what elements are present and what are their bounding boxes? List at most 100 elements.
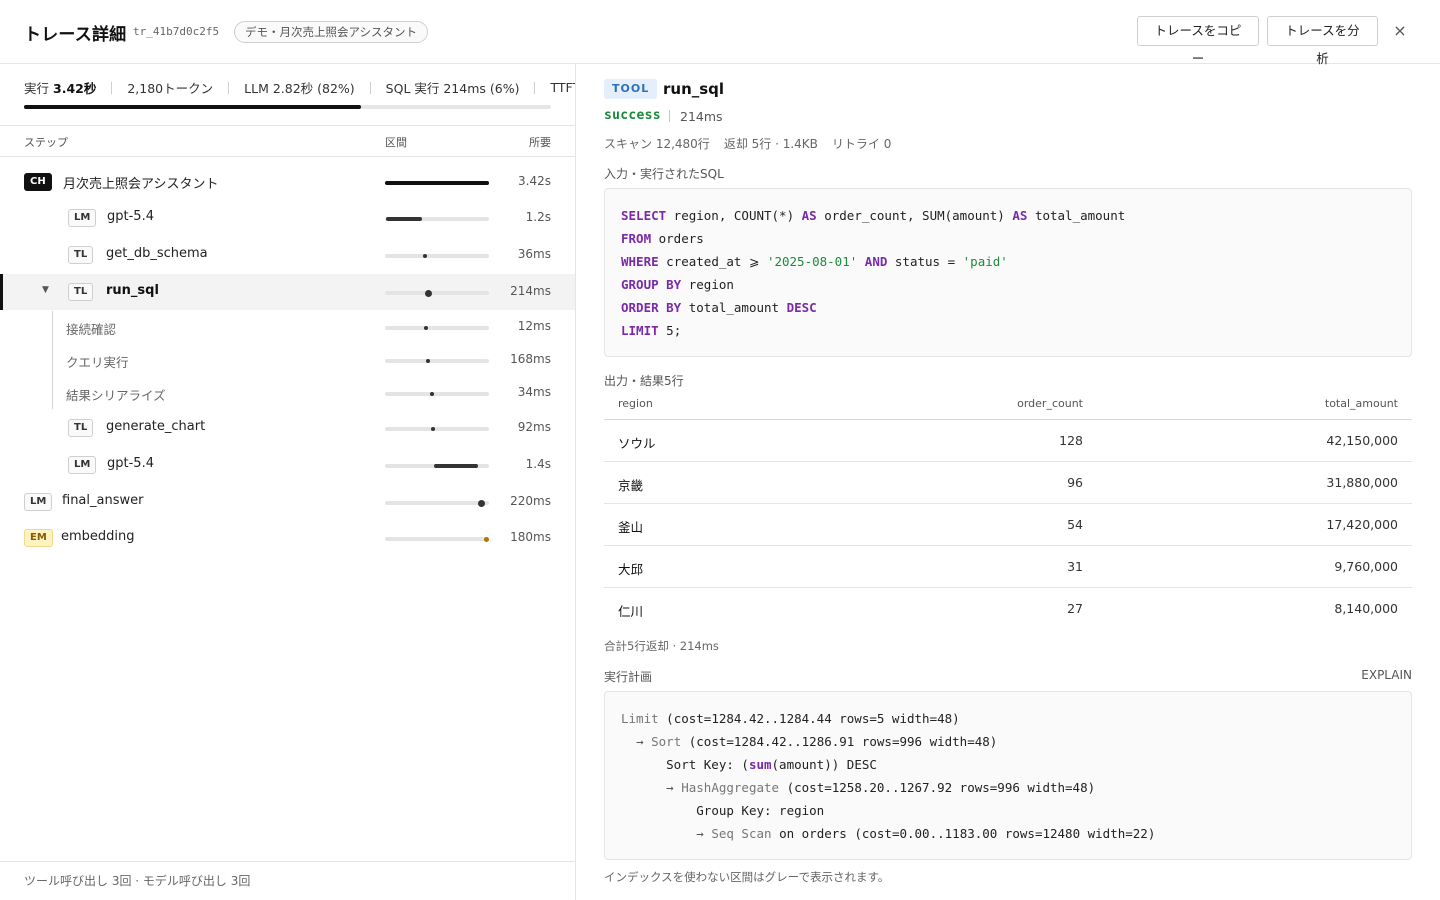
stat-exec: 実行 3.42秒 [24,81,97,96]
step-duration: 168ms [510,352,551,366]
step-row-run-sql[interactable]: ▼ TL run_sql 214ms [0,274,575,310]
plan-section-label: 実行計画 [604,670,653,684]
step-duration: 12ms [517,319,551,333]
span-bar [422,254,427,258]
step-name: gpt-5.4 [107,456,154,471]
plan-line: → HashAggregate (cost=1258.20..1267.92 r… [666,780,1096,795]
table-row: 京畿 96 31,880,000 [604,462,1412,504]
step-name: クエリ実行 [66,355,129,370]
sql-line: WHERE created_at ⩾ '2025-08-01' AND stat… [621,254,1008,269]
col-step: ステップ [24,136,68,149]
th-total-amount: total_amount [1324,397,1398,410]
step-row-generate-chart[interactable]: TL generate_chart 92ms [0,410,575,446]
span-track [385,254,489,258]
trace-progress-bar [24,105,551,109]
step-time: 214ms [680,109,723,124]
span-track [385,217,489,221]
step-row-chain[interactable]: CH 月次売上照会アシスタント 3.42s [0,164,575,200]
span-bar [386,217,423,221]
step-name: generate_chart [106,419,206,434]
span-bar [433,464,478,468]
result-table-header: region order_count total_amount [604,390,1412,420]
span-bar [430,427,435,431]
substep-row-serialize[interactable]: 結果シリアライズ 34ms [0,377,575,410]
span-bar [385,181,489,185]
trace-id: tr_41b7d0c2f5 [133,25,220,38]
step-badge: TL [68,283,94,301]
plan-line: → Seq Scan on orders (cost=0.00..1183.00… [696,826,1156,841]
span-track [385,427,489,431]
span-track [385,499,489,507]
step-name: gpt-5.4 [107,209,154,224]
step-row-gpt-1[interactable]: LM gpt-5.4 1.2s [0,200,575,236]
step-duration: 3.42s [518,174,551,188]
step-detail-title: run_sql [663,80,725,98]
step-name: 結果シリアライズ [66,388,166,403]
page-title: トレース詳細 [24,25,127,45]
step-badge: LM [24,493,53,511]
step-row-embedding[interactable]: EM embedding 180ms [0,520,575,556]
step-duration: 180ms [510,530,551,544]
span-track [385,181,489,185]
step-duration: 92ms [517,420,551,434]
steps-column-header: ステップ 区間 所要 [0,125,575,157]
meta-return: 返却 5行 · 1.4KB [723,137,818,151]
step-meta: スキャン 12,480行 返却 5行 · 1.4KB リトライ 0 [604,135,905,152]
step-row-final-answer[interactable]: LM final_answer 220ms [0,484,575,520]
step-name: get_db_schema [106,246,208,261]
stat-tokens: 2,180トークン [127,81,214,96]
trace-stats: 実行 3.42秒 2,180トークン LLM 2.82秒 (82%) SQL 実行 2… [24,78,575,97]
step-kind-badge: TOOL [604,79,658,99]
step-badge: TL [68,246,94,264]
col-span: 区間 [385,136,407,149]
explain-plan-block[interactable]: Limit (cost=1284.42..1284.44 rows=5 widt… [604,691,1412,860]
output-section-label: 出力・結果5行 [604,374,684,388]
result-table: region order_count total_amount ソウル 128 42… [604,390,1412,630]
copy-trace-button[interactable]: トレースをコピー [1137,16,1259,66]
sql-line: ORDER BY total_amount DESC [621,300,817,315]
stat-llm: LLM 2.82秒 (82%) [244,81,355,96]
close-icon[interactable]: × [1391,22,1409,40]
sql-line: GROUP BY region [621,277,734,292]
plan-line: → Sort (cost=1284.42..1286.91 rows=996 w… [636,734,998,749]
span-track [385,359,489,363]
step-name: 接続確認 [66,322,117,337]
stat-ttft: TTFT 3.02s [550,80,575,95]
substep-row-query[interactable]: クエリ実行 168ms [0,344,575,377]
step-duration: 1.2s [525,210,551,224]
step-duration: 34ms [517,385,551,399]
plan-note: インデックスを使わない区間はグレーで表示されます。 [604,870,890,884]
plan-line: Group Key: region [696,803,825,818]
sql-line: LIMIT 5; [621,323,682,338]
span-track [385,326,489,330]
substep-row-connect[interactable]: 接続確認 12ms [0,311,575,344]
col-duration: 所要 [529,136,551,149]
steps-footer: ツール呼び出し 3回 · モデル呼び出し 3回 [0,861,575,900]
step-badge: LM [68,456,97,474]
step-row-get-db-schema[interactable]: TL get_db_schema 36ms [0,237,575,273]
sql-code-block[interactable]: SELECT region, COUNT(*) AS order_count, … [604,188,1412,357]
th-order-count: order_count [1017,397,1083,410]
span-bar [424,326,429,330]
step-name: run_sql [106,283,159,298]
step-detail-panel: TOOL run_sql success 214ms スキャン 12,480行返… [577,64,1440,900]
trace-tag: デモ・月次売上照会アシスタント [234,21,429,43]
span-bar [429,392,434,396]
plan-line: Sort Key: (sum(amount)) DESC [666,757,877,772]
analyze-trace-button[interactable]: トレースを分析 [1267,16,1378,66]
table-row: ソウル 128 42,150,000 [604,420,1412,462]
step-badge: CH [24,173,52,191]
span-bar [425,289,433,297]
explain-label[interactable]: EXPLAIN [1361,668,1412,682]
meta-scan: スキャン 12,480行 [604,137,710,151]
step-duration: 36ms [517,247,551,261]
step-badge: LM [68,209,97,227]
step-row-gpt-2[interactable]: LM gpt-5.4 1.4s [0,447,575,483]
sql-line: SELECT region, COUNT(*) AS order_count, … [621,208,1126,223]
result-table-footer: 合計5行返却 · 214ms [604,639,719,653]
trace-progress-fill [24,105,362,109]
step-duration: 220ms [510,494,551,508]
step-duration: 1.4s [525,457,551,471]
chevron-down-icon[interactable]: ▼ [42,285,49,295]
step-duration: 214ms [510,284,551,298]
